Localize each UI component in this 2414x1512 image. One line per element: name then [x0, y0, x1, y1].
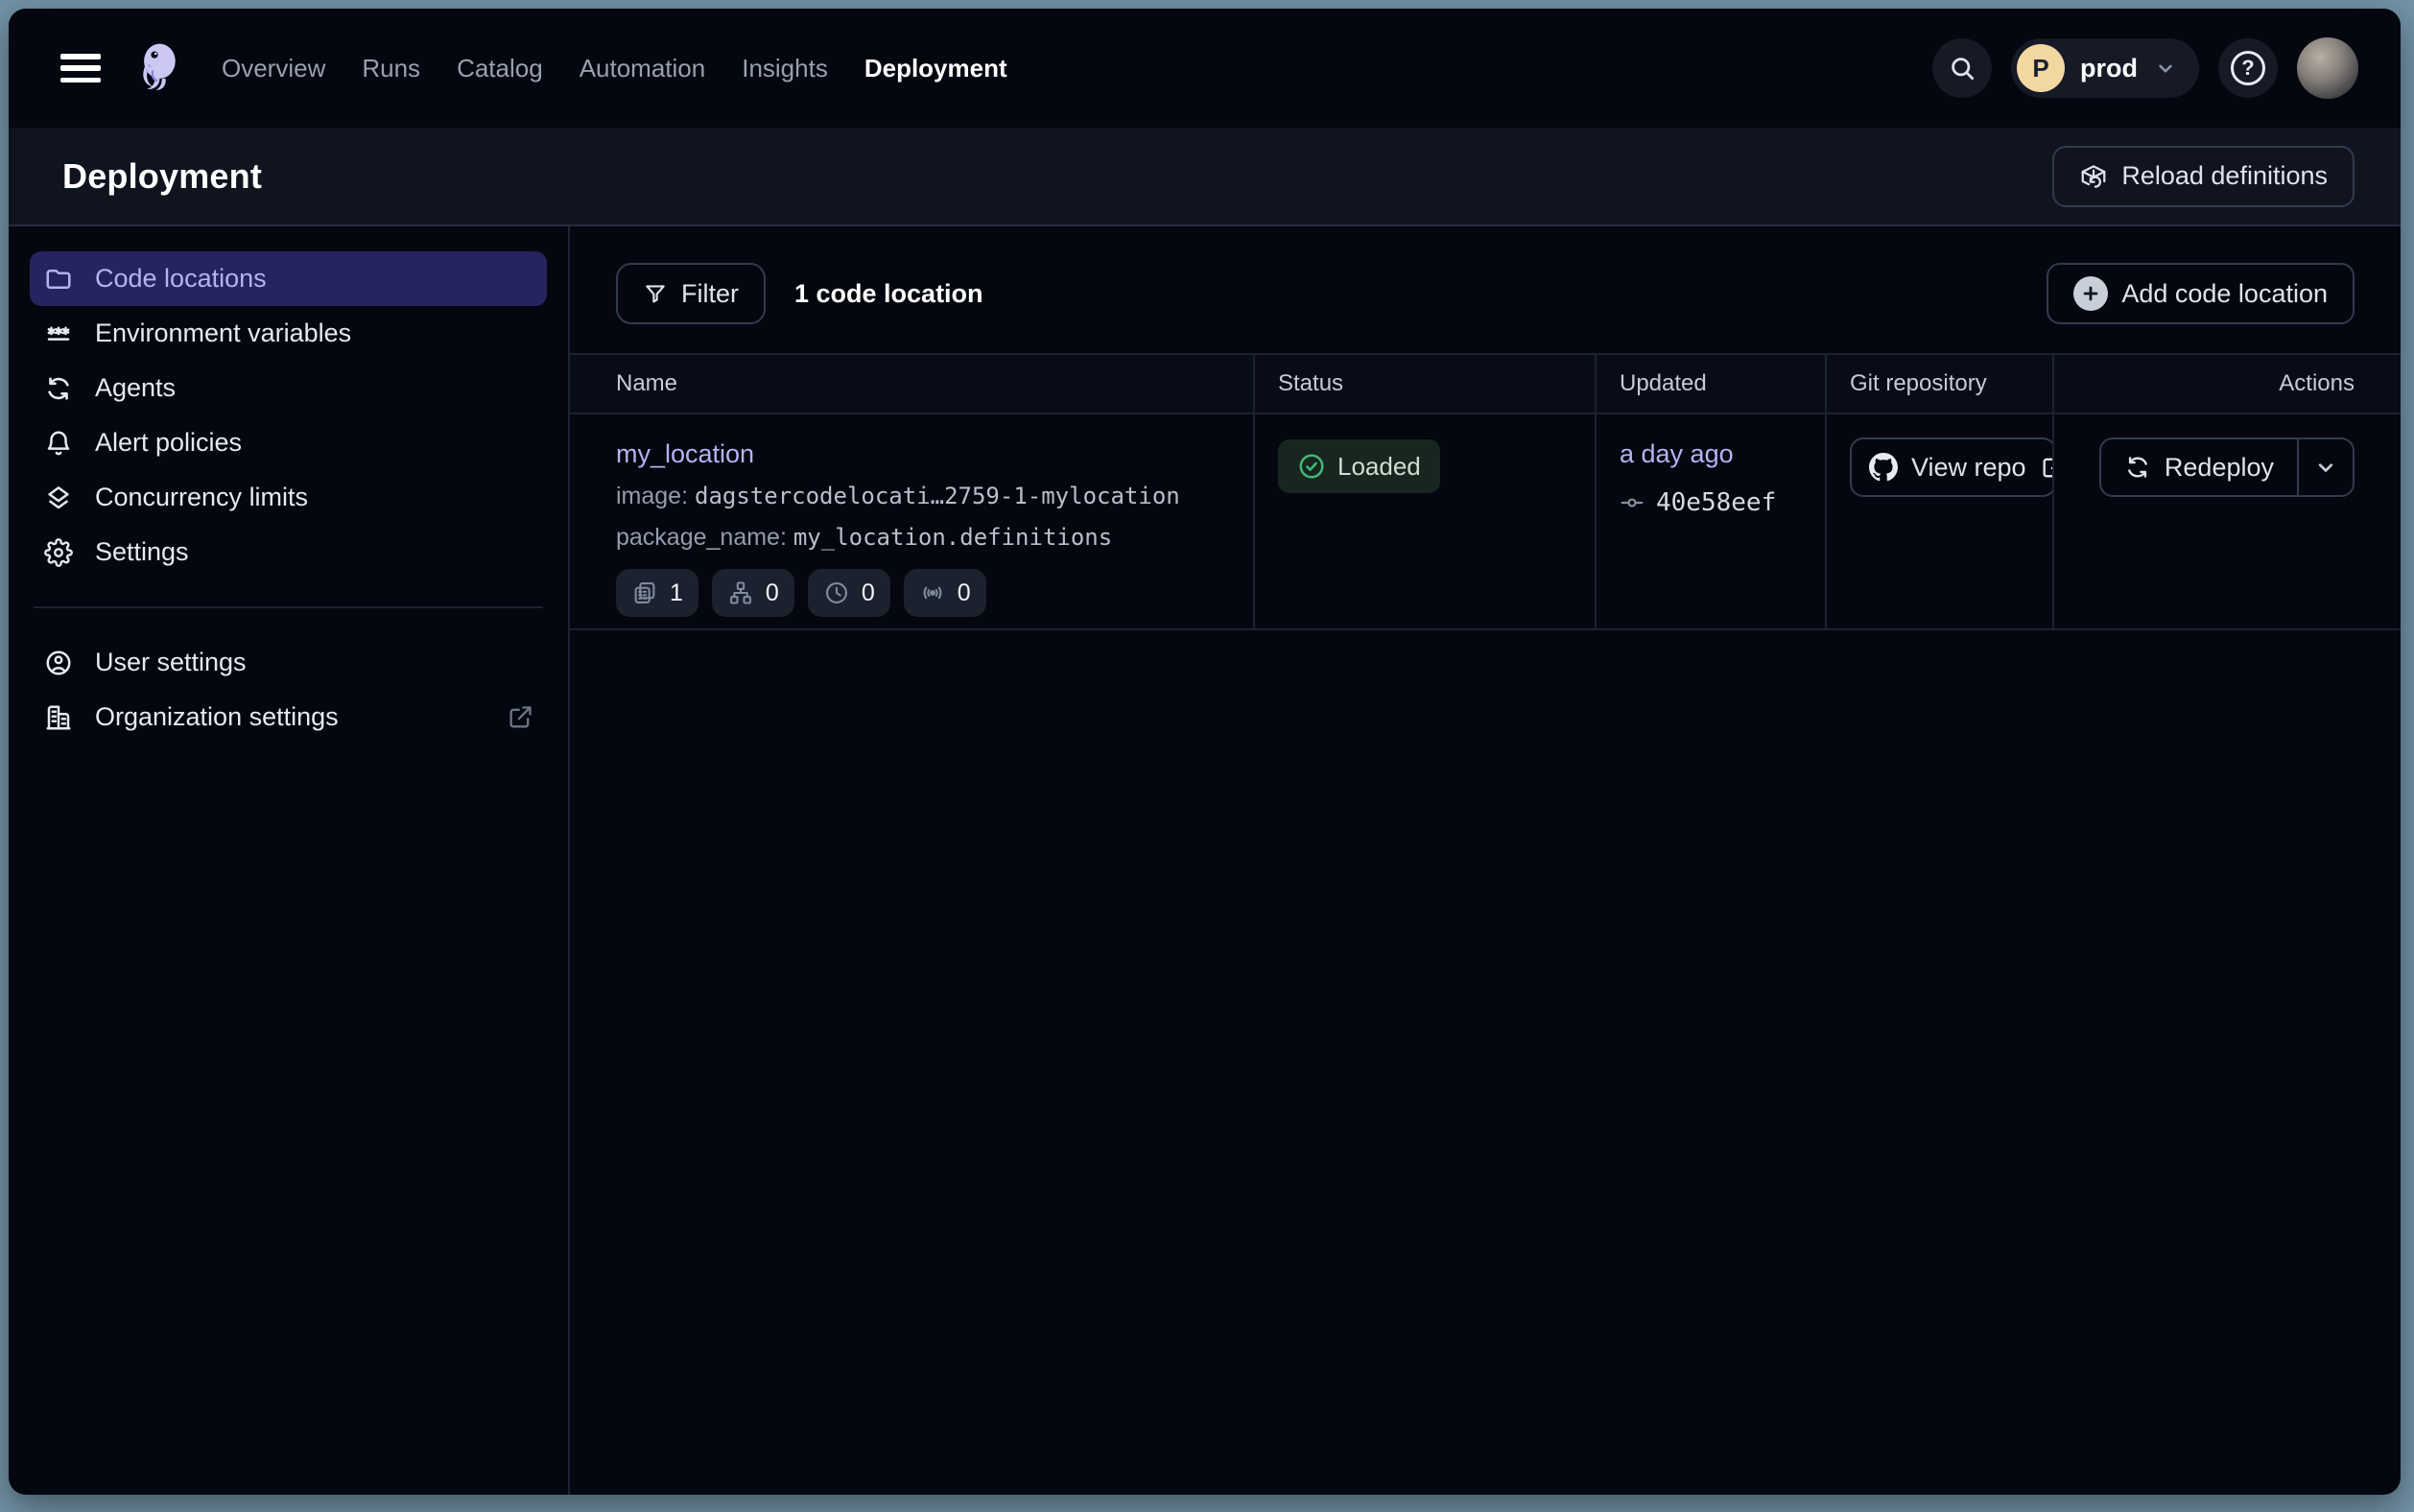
package-line: package_name: my_location.definitions [616, 524, 1253, 552]
external-link-icon [2040, 454, 2054, 481]
filter-button[interactable]: Filter [616, 263, 766, 324]
column-header-updated: Updated [1597, 355, 1827, 413]
sidebar: Code locations Environment variables [9, 226, 570, 1495]
commit-hash: 40e58eef [1656, 488, 1776, 517]
nav-item-runs[interactable]: Runs [362, 54, 420, 83]
sidebar-item-settings[interactable]: Settings [30, 525, 547, 579]
updated-cell: a day ago 40e58eef [1597, 414, 1827, 628]
git-repository-cell: View repo [1827, 414, 2054, 628]
code-locations-table: Name Status Updated Git repository Actio… [570, 353, 2401, 630]
user-circle-icon [43, 648, 74, 678]
column-header-status: Status [1255, 355, 1597, 413]
image-line: image: dagstercodelocati…2759-1-mylocati… [616, 483, 1253, 510]
deployment-name: prod [2080, 54, 2138, 83]
layers-icon [43, 483, 74, 513]
name-cell: my_location image: dagstercodelocati…275… [570, 414, 1255, 628]
sidebar-item-concurrency-limits[interactable]: Concurrency limits [30, 470, 547, 525]
external-link-icon [507, 704, 533, 731]
chevron-down-icon [2153, 56, 2178, 81]
redeploy-split-button: Redeploy [2099, 437, 2355, 497]
redeploy-icon [2124, 454, 2151, 481]
user-avatar[interactable] [2297, 37, 2358, 99]
clock-icon [823, 579, 850, 606]
page-header: Deployment Reload definitions [9, 128, 2401, 226]
help-icon: ? [2231, 51, 2265, 85]
sidebar-item-organization-settings[interactable]: Organization settings [30, 690, 547, 744]
actions-cell: Redeploy [2054, 414, 2401, 628]
add-code-location-button[interactable]: Add code location [2047, 263, 2355, 324]
sidebar-item-user-settings[interactable]: User settings [30, 635, 547, 690]
status-cell: Loaded [1255, 414, 1597, 628]
sidebar-item-alert-policies[interactable]: Alert policies [30, 415, 547, 470]
menu-icon[interactable] [60, 54, 101, 83]
table-header-row: Name Status Updated Git repository Actio… [570, 353, 2401, 414]
filter-icon [643, 281, 668, 306]
nav-item-overview[interactable]: Overview [222, 54, 325, 83]
main-content: Filter 1 code location Add code location… [570, 226, 2401, 1495]
nav-item-deployment[interactable]: Deployment [864, 54, 1007, 83]
help-button[interactable]: ? [2218, 38, 2278, 98]
page-title: Deployment [62, 156, 262, 197]
sidebar-item-code-locations[interactable]: Code locations [30, 251, 547, 306]
check-circle-icon [1297, 452, 1326, 481]
toolbar: Filter 1 code location Add code location [570, 226, 2401, 353]
sensors-count-chip: 0 [904, 569, 986, 617]
app-window: Overview Runs Catalog Automation Insight… [9, 9, 2401, 1495]
status-badge: Loaded [1278, 439, 1440, 493]
column-header-actions: Actions [2054, 355, 2401, 413]
graphs-count-chip: 0 [712, 569, 794, 617]
sync-icon [43, 373, 74, 404]
search-icon [1948, 54, 1976, 83]
env-vars-icon [43, 319, 74, 349]
chevron-down-icon [2312, 454, 2339, 481]
sensor-icon [919, 579, 946, 606]
sidebar-divider [34, 606, 543, 608]
reload-definitions-button[interactable]: Reload definitions [2052, 146, 2355, 207]
plus-circle-icon [2073, 276, 2108, 311]
deployment-switcher[interactable]: P prod [2011, 38, 2199, 98]
updated-time-link[interactable]: a day ago [1620, 439, 1734, 469]
nav-item-automation[interactable]: Automation [580, 54, 706, 83]
column-header-name: Name [570, 355, 1255, 413]
top-nav-right: P prod ? [1932, 37, 2358, 99]
nav-item-insights[interactable]: Insights [742, 54, 828, 83]
jobs-icon [631, 579, 658, 606]
git-commit-icon [1620, 490, 1645, 515]
commit-line: 40e58eef [1620, 488, 1825, 517]
column-header-git-repository: Git repository [1827, 355, 2054, 413]
view-repo-button[interactable]: View repo [1850, 437, 2054, 497]
code-location-name-link[interactable]: my_location [616, 439, 754, 469]
building-icon [43, 702, 74, 733]
table-row: my_location image: dagstercodelocati…275… [570, 414, 2401, 630]
jobs-count-chip: 1 [616, 569, 698, 617]
sidebar-item-environment-variables[interactable]: Environment variables [30, 306, 547, 361]
reload-package-icon [2079, 162, 2108, 191]
code-location-count: 1 code location [794, 279, 983, 309]
sidebar-item-agents[interactable]: Agents [30, 361, 547, 415]
github-icon [1869, 453, 1898, 482]
nav-item-catalog[interactable]: Catalog [457, 54, 543, 83]
definition-count-chips: 1 [616, 569, 1253, 617]
dagster-logo-icon[interactable] [130, 40, 185, 96]
redeploy-more-button[interactable] [2299, 439, 2353, 495]
nav-items: Overview Runs Catalog Automation Insight… [222, 54, 1007, 83]
folder-icon [43, 264, 74, 295]
top-nav: Overview Runs Catalog Automation Insight… [9, 9, 2401, 128]
redeploy-button[interactable]: Redeploy [2101, 439, 2297, 495]
deployment-initial-badge: P [2017, 44, 2065, 92]
search-button[interactable] [1932, 38, 1992, 98]
gear-icon [43, 537, 74, 568]
graph-icon [727, 579, 754, 606]
schedules-count-chip: 0 [808, 569, 890, 617]
bell-icon [43, 428, 74, 459]
